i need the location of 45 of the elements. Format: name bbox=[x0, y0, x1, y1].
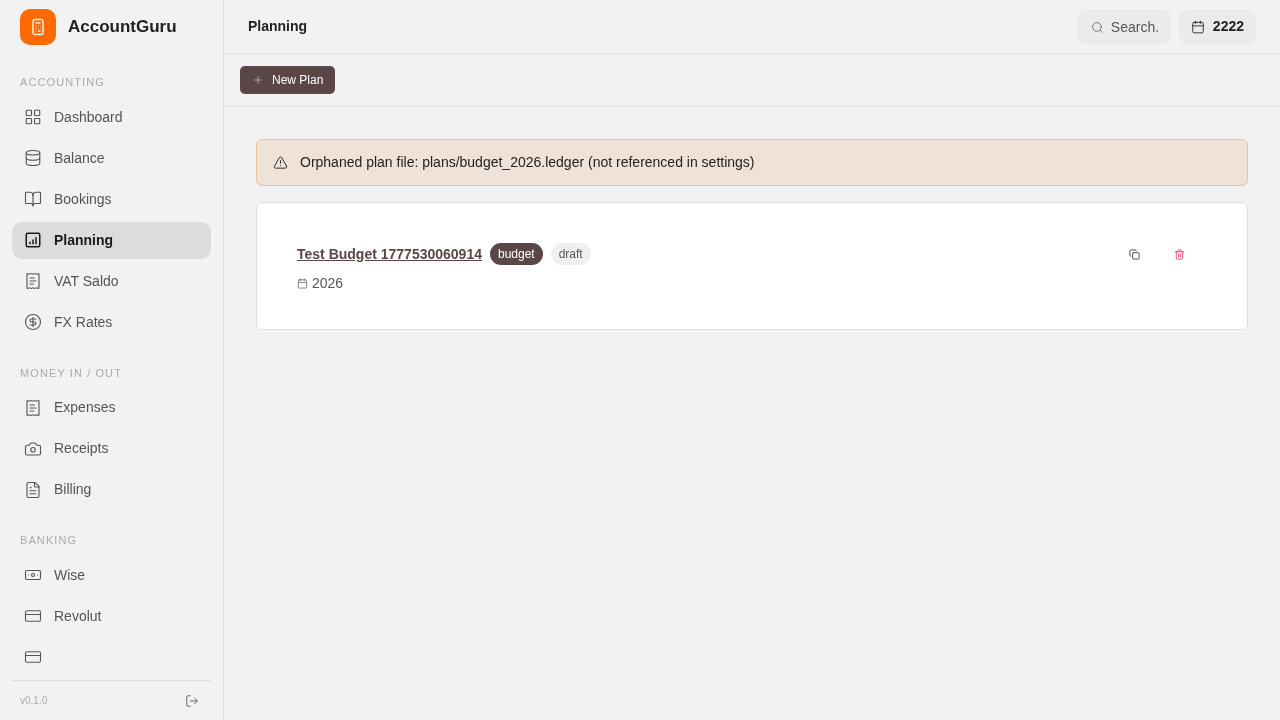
calendar-icon bbox=[1190, 19, 1205, 34]
type-tag: budget bbox=[489, 243, 543, 265]
camera-icon bbox=[24, 439, 42, 458]
book-icon bbox=[24, 190, 42, 208]
plan-name-link[interactable]: Test Budget 1777530060914 bbox=[297, 243, 482, 265]
nav-item[interactable]: Bookings bbox=[12, 180, 211, 218]
bar-chart-icon bbox=[24, 231, 42, 249]
nav-item[interactable]: Wise bbox=[12, 556, 211, 594]
nav-item[interactable]: Receipts bbox=[12, 430, 211, 467]
year-button[interactable]: 2222 bbox=[1178, 9, 1256, 44]
app-name: AccountGuru bbox=[68, 16, 177, 39]
plan-year: 2026 bbox=[312, 274, 344, 293]
copy-icon bbox=[1129, 249, 1140, 260]
alert-message: Orphaned plan file: plans/budget_2026.ledger (not referenced in settings) bbox=[300, 153, 755, 172]
nav-item[interactable]: VAT Saldo bbox=[12, 262, 211, 300]
nav-item[interactable]: Planning bbox=[12, 221, 211, 259]
dollar-icon bbox=[24, 313, 42, 331]
card-icon bbox=[24, 607, 42, 625]
card-icon bbox=[24, 648, 42, 666]
page-title: Planning bbox=[248, 17, 308, 36]
nav-item[interactable]: Billing bbox=[12, 471, 211, 508]
warning-icon bbox=[273, 155, 288, 170]
calendar-icon bbox=[297, 278, 308, 289]
logout-icon bbox=[185, 693, 199, 708]
nav-item[interactable]: Revolut bbox=[12, 597, 211, 635]
app-logo-icon bbox=[20, 9, 56, 45]
section-heading: BANKING bbox=[19, 533, 79, 548]
section-heading: ACCOUNTING bbox=[19, 75, 106, 90]
nav-item[interactable]: Expenses bbox=[12, 389, 211, 426]
search-field[interactable]: Search. bbox=[1077, 9, 1171, 44]
nav-item[interactable]: Balance bbox=[12, 139, 211, 177]
grid-icon bbox=[24, 108, 42, 126]
receipt-icon bbox=[24, 398, 42, 417]
status-tag: draft bbox=[550, 243, 591, 265]
new-plan-button[interactable]: New Plan bbox=[240, 66, 336, 94]
section-heading: MONEY IN / OUT bbox=[19, 365, 123, 381]
nav-item[interactable]: FX Rates bbox=[12, 303, 211, 341]
receipt-icon bbox=[24, 272, 42, 290]
search-icon bbox=[1090, 20, 1104, 34]
trash-icon bbox=[1174, 249, 1185, 260]
database-icon bbox=[24, 149, 42, 167]
nav-item[interactable]: Dashboard bbox=[12, 98, 211, 136]
document-icon bbox=[24, 480, 42, 499]
plus-icon bbox=[252, 74, 264, 86]
version-label: v0.1.0 bbox=[20, 694, 48, 708]
